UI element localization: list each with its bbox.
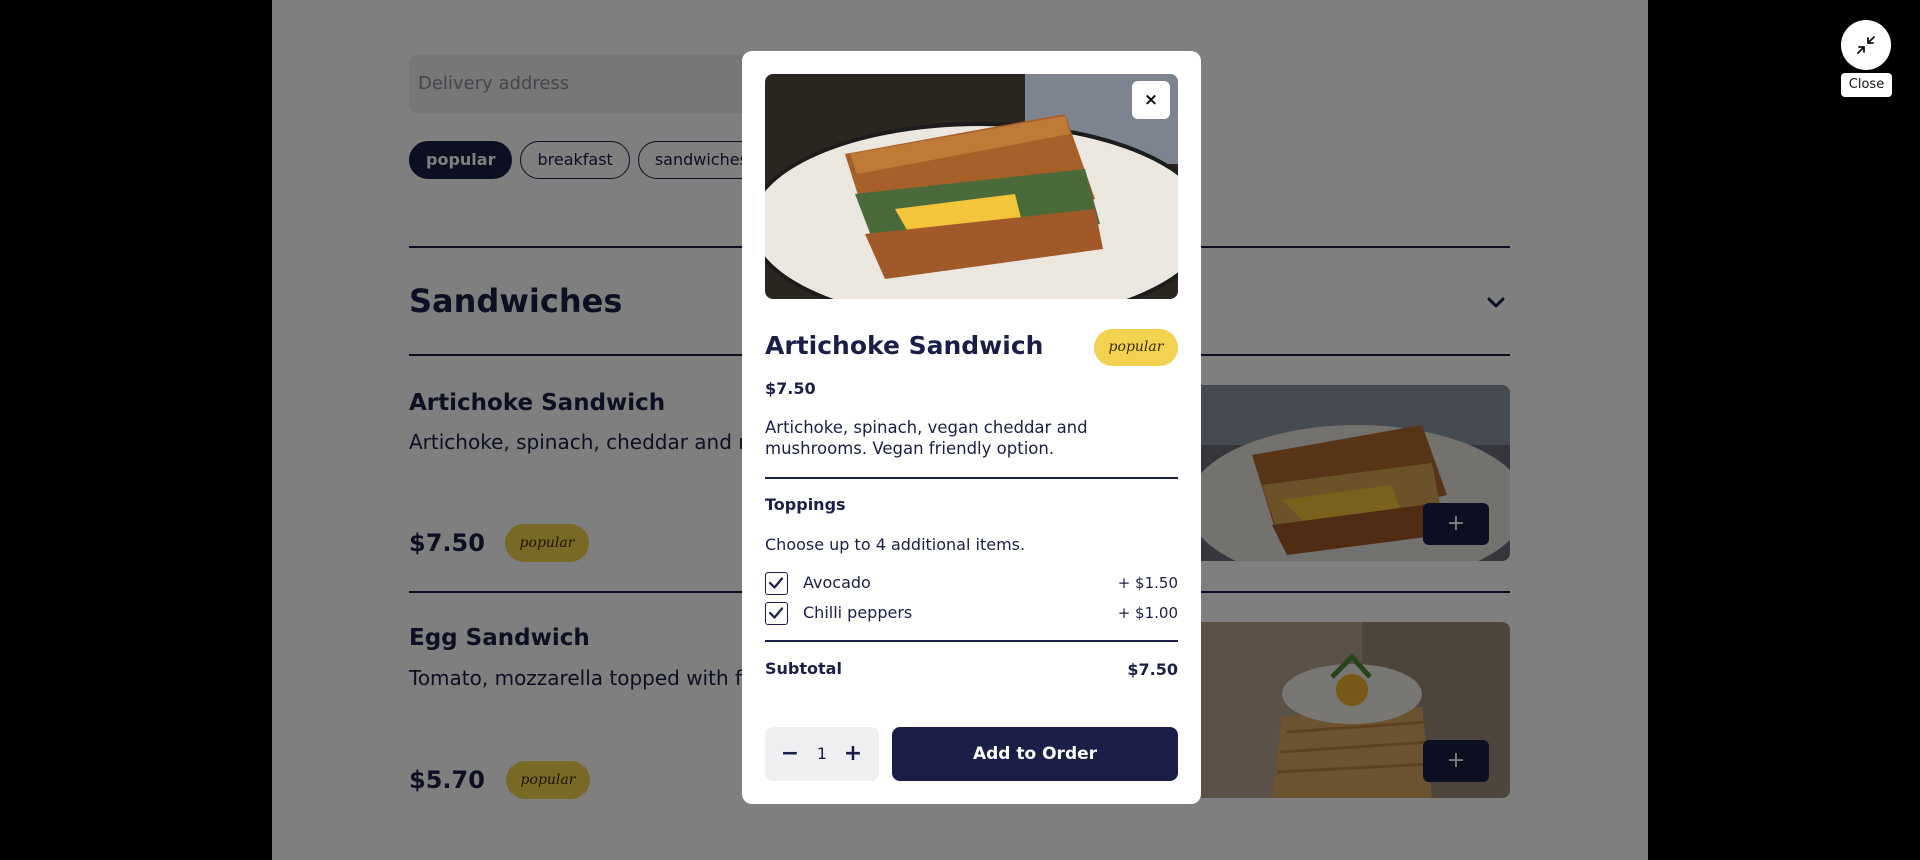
modal-item-price: $7.50: [765, 379, 816, 398]
topping-label: Avocado: [803, 573, 871, 592]
checkmark-icon: [768, 577, 784, 589]
close-tooltip: Close: [1841, 73, 1892, 97]
minimize-icon: [1857, 36, 1875, 54]
add-to-order-button[interactable]: Add to Order: [892, 727, 1178, 781]
item-hero-image: [765, 74, 1178, 299]
checkbox[interactable]: [765, 572, 788, 595]
divider: [765, 640, 1178, 642]
quantity-value: 1: [816, 744, 828, 763]
topping-price: + $1.50: [1117, 574, 1178, 592]
topping-option-chilli-peppers[interactable]: Chilli peppers + $1.00: [765, 602, 1178, 626]
modal-item-description: Artichoke, spinach, vegan cheddar and mu…: [765, 418, 1088, 458]
quantity-stepper: − 1 +: [765, 727, 879, 781]
toppings-heading: Toppings: [765, 495, 846, 514]
decrease-quantity-button[interactable]: −: [773, 727, 807, 781]
modal-item-title: Artichoke Sandwich: [765, 331, 1044, 360]
close-modal-button[interactable]: ×: [1132, 81, 1170, 119]
exit-fullscreen-button[interactable]: [1841, 20, 1891, 70]
checkbox[interactable]: [765, 602, 788, 625]
popular-badge: popular: [1094, 329, 1178, 366]
topping-price: + $1.00: [1117, 604, 1178, 622]
topping-label: Chilli peppers: [803, 603, 913, 622]
toppings-hint: Choose up to 4 additional items.: [765, 535, 1026, 554]
topping-option-avocado[interactable]: Avocado + $1.50: [765, 572, 1178, 596]
artichoke-sandwich-image: [765, 74, 1178, 299]
subtotal-value: $7.50: [1127, 660, 1178, 679]
close-icon: ×: [1143, 90, 1159, 110]
subtotal-label: Subtotal: [765, 659, 842, 678]
divider: [765, 477, 1178, 479]
increase-quantity-button[interactable]: +: [836, 727, 870, 781]
checkmark-icon: [768, 607, 784, 619]
item-detail-modal: × Artichoke Sandwich popular $7.50 Artic…: [742, 51, 1201, 804]
